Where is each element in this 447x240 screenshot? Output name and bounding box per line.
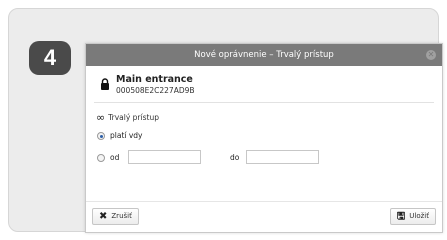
step-card: 4 Nové oprávnenie – Trvalý prístup ✕ Mai… [8, 8, 443, 233]
cancel-button-label: Zrušiť [111, 212, 132, 220]
access-mode: ∞ Trvalý prístup [96, 111, 159, 124]
save-disk-icon: 🖫 [396, 211, 406, 222]
always-valid-label: platí vdy [110, 131, 143, 140]
dialog-title: Nové oprávnenie – Trvalý prístup [194, 50, 334, 60]
access-mode-label: Trvalý prístup [108, 113, 159, 122]
save-button[interactable]: 🖫 Uložiť [389, 208, 436, 225]
from-date-input[interactable] [128, 150, 201, 164]
infinity-icon: ∞ [96, 111, 106, 124]
footer-divider [86, 201, 442, 202]
divider [94, 102, 434, 103]
cancel-x-icon: ✖ [99, 211, 108, 222]
to-date-input[interactable] [246, 150, 319, 164]
close-icon[interactable]: ✕ [426, 50, 436, 60]
lock-icon [101, 78, 109, 90]
cancel-button[interactable]: ✖ Zrušiť [92, 208, 139, 225]
step-number-badge: 4 [29, 41, 71, 75]
always-valid-radio[interactable] [97, 132, 105, 140]
new-permission-dialog: Nové oprávnenie – Trvalý prístup ✕ Main … [85, 43, 443, 233]
entrance-name: Main entrance [116, 74, 193, 85]
save-button-label: Uložiť [409, 212, 429, 220]
entrance-code: 000508E2C227AD9B [116, 86, 195, 95]
dialog-title-bar: Nové oprávnenie – Trvalý prístup ✕ [86, 44, 442, 66]
to-label: do [230, 153, 240, 162]
from-label: od [110, 153, 120, 162]
date-range-radio[interactable] [97, 154, 105, 162]
